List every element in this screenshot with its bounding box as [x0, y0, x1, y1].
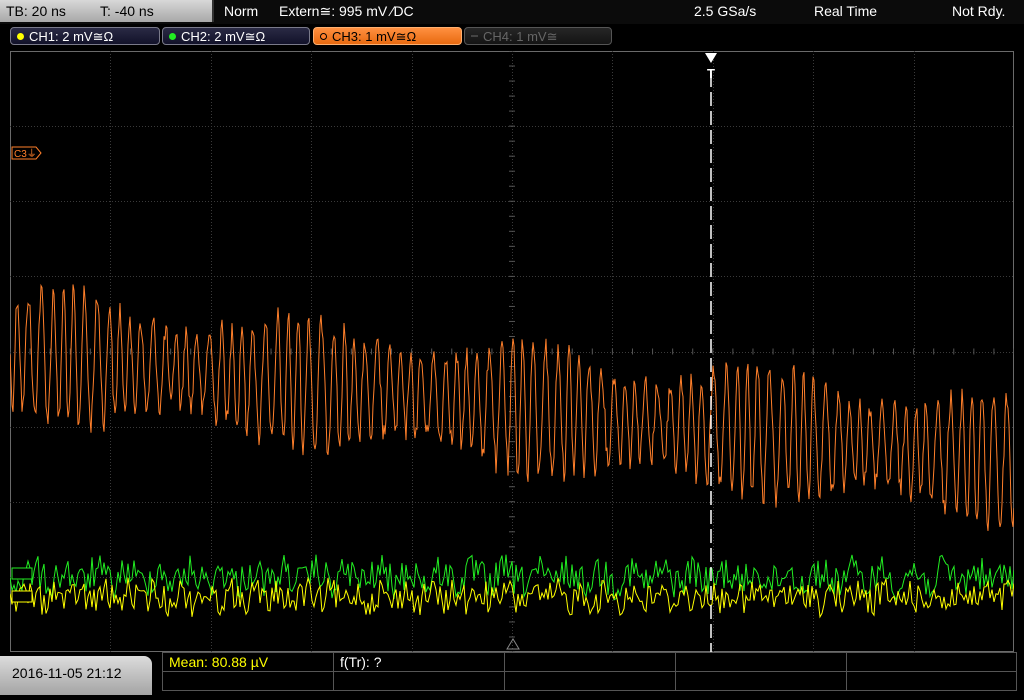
channel-2-label: CH2: 2 mV≅Ω: [181, 29, 266, 44]
status-bar: TB: 20 ns T: -40 ns Norm Extern≅: 995 mV…: [0, 0, 1024, 24]
channel-3-label: CH3: 1 mV≅Ω: [332, 29, 417, 44]
frequency-measurement[interactable]: f(Tr): ?: [333, 652, 505, 672]
trigger-mode[interactable]: Norm: [224, 0, 258, 22]
waveform-svg: T C3⏚: [9, 50, 1015, 653]
channel-4-indicator-icon: [471, 35, 478, 37]
measurement-table: Mean: 80.88 µV f(Tr): ?: [162, 652, 1017, 693]
measurement-slot-6[interactable]: [162, 671, 334, 691]
measurement-slot-10[interactable]: [846, 671, 1017, 691]
channel-2-tab[interactable]: CH2: 2 mV≅Ω: [162, 27, 310, 45]
measurement-slot-8[interactable]: [504, 671, 676, 691]
channel-1-tab[interactable]: CH1: 2 mV≅Ω: [10, 27, 160, 45]
channel-2-indicator-icon: [169, 33, 176, 40]
channel-1-offset-marker[interactable]: [11, 590, 33, 603]
channel-4-label: CH4: 1 mV≅: [483, 29, 558, 44]
measurement-slot-4[interactable]: [675, 652, 847, 672]
datetime-box: 2016-11-05 21:12: [0, 656, 152, 695]
measurement-slot-7[interactable]: [333, 671, 505, 691]
sample-rate: 2.5 GSa/s: [694, 3, 757, 19]
channel-3-tab[interactable]: CH3: 1 mV≅Ω: [313, 27, 462, 45]
measurement-slot-3[interactable]: [504, 652, 676, 672]
timebase-label: TB: 20 ns: [6, 3, 66, 19]
channel-3-indicator-icon: [320, 33, 327, 40]
footer: 2016-11-05 21:12 Mean: 80.88 µV f(Tr): ?: [0, 652, 1024, 695]
channel-1-label: CH1: 2 mV≅Ω: [29, 29, 114, 44]
trigger-time-label: T: -40 ns: [100, 3, 154, 19]
acquisition-mode: Real Time: [814, 3, 878, 19]
acquisition-status: Not Rdy.: [952, 3, 1006, 19]
channel-3-offset-label: C3⏚: [14, 148, 37, 160]
trigger-marker-label: T: [707, 66, 715, 81]
measurement-slot-9[interactable]: [675, 671, 847, 691]
waveform-display[interactable]: T C3⏚: [9, 50, 1015, 653]
timebase-box[interactable]: TB: 20 ns T: -40 ns: [0, 0, 214, 22]
trigger-source[interactable]: Extern≅: 995 mV ∕DC: [279, 0, 414, 22]
channel-1-indicator-icon: [17, 33, 24, 40]
datetime: 2016-11-05 21:12: [12, 665, 122, 681]
channel-tabs: CH1: 2 mV≅Ω CH2: 2 mV≅Ω CH3: 1 mV≅Ω CH4:…: [0, 25, 1024, 48]
mean-measurement[interactable]: Mean: 80.88 µV: [162, 652, 334, 672]
channel-2-offset-marker[interactable]: [11, 567, 33, 580]
channel-4-tab[interactable]: CH4: 1 mV≅: [464, 27, 612, 45]
measurement-slot-5[interactable]: [846, 652, 1017, 672]
